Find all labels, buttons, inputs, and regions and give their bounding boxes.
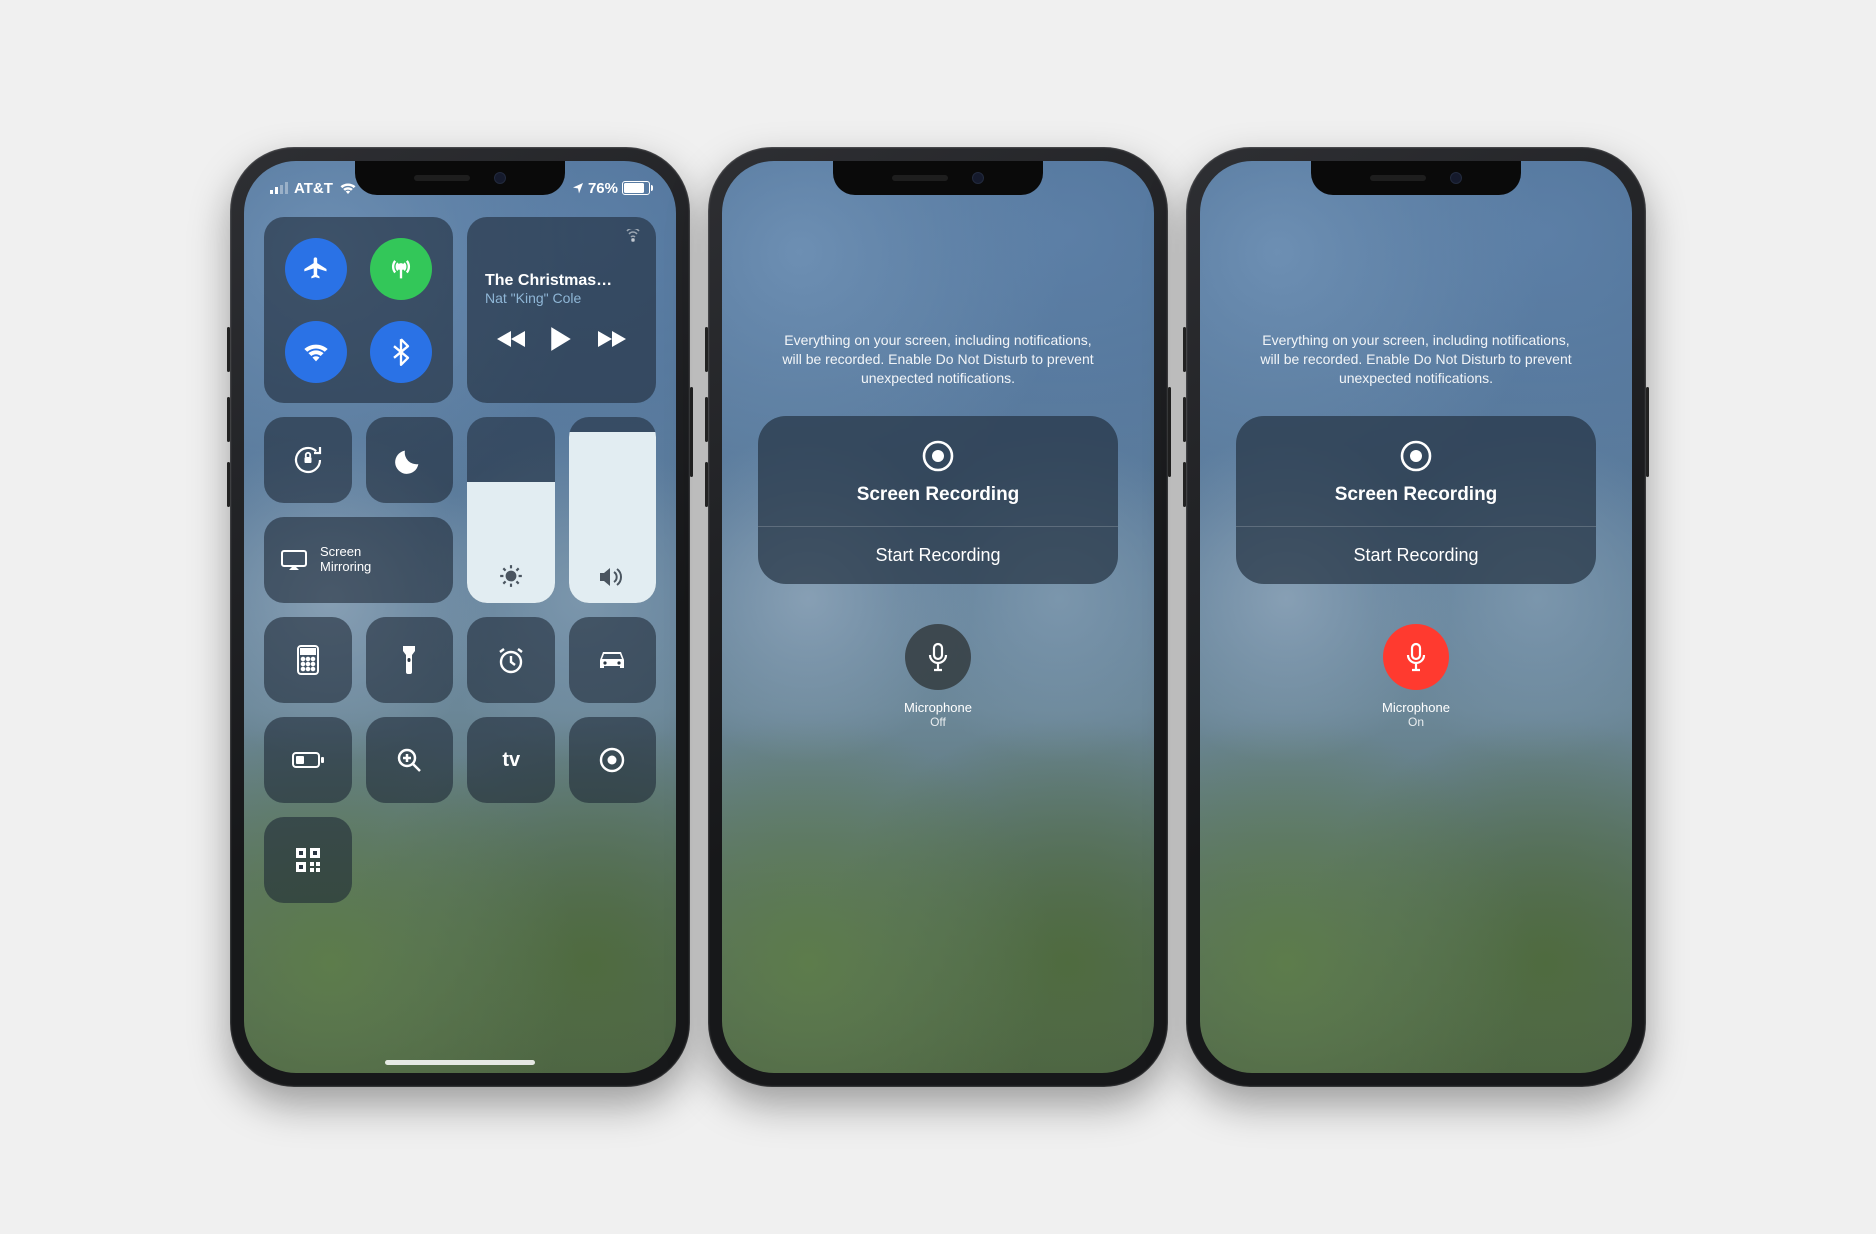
recording-disclaimer: Everything on your screen, including not… bbox=[778, 331, 1098, 388]
flashlight-tile[interactable] bbox=[366, 617, 454, 703]
volume-slider[interactable] bbox=[569, 417, 657, 603]
calculator-icon bbox=[296, 645, 320, 675]
screen: AT&T 76% bbox=[244, 161, 676, 1073]
apple-tv-tile[interactable]: tv bbox=[467, 717, 555, 803]
driving-mode-tile[interactable] bbox=[569, 617, 657, 703]
airplane-mode-toggle[interactable] bbox=[285, 238, 347, 300]
low-power-tile[interactable] bbox=[264, 717, 352, 803]
home-indicator[interactable] bbox=[385, 1060, 535, 1065]
airplane-icon bbox=[302, 255, 330, 283]
microphone-label: Microphone bbox=[1382, 700, 1450, 715]
microphone-icon bbox=[927, 642, 949, 672]
brightness-icon bbox=[498, 563, 524, 589]
flashlight-icon bbox=[401, 644, 417, 676]
microphone-state-on: On bbox=[1408, 715, 1424, 729]
microphone-label: Microphone bbox=[904, 700, 972, 715]
antenna-icon bbox=[387, 255, 415, 283]
alarm-tile[interactable] bbox=[467, 617, 555, 703]
record-icon bbox=[1398, 438, 1434, 474]
microphone-toggle[interactable] bbox=[1383, 624, 1449, 690]
microphone-toggle[interactable] bbox=[905, 624, 971, 690]
location-icon bbox=[572, 182, 584, 194]
airplay-icon bbox=[624, 229, 642, 245]
magnifier-tile[interactable] bbox=[366, 717, 454, 803]
start-recording-button[interactable]: Start Recording bbox=[1236, 526, 1596, 584]
alarm-icon bbox=[496, 645, 526, 675]
connectivity-tile[interactable] bbox=[264, 217, 453, 403]
screen: Everything on your screen, including not… bbox=[1200, 161, 1632, 1073]
microphone-state-off: Off bbox=[930, 715, 946, 729]
do-not-disturb-tile[interactable] bbox=[366, 417, 454, 503]
mirror-label-1: Screen bbox=[320, 545, 371, 560]
calculator-tile[interactable] bbox=[264, 617, 352, 703]
volume-icon bbox=[598, 565, 626, 589]
media-artist: Nat "King" Cole bbox=[485, 290, 638, 306]
wifi-icon bbox=[302, 341, 330, 363]
rotation-lock-icon bbox=[291, 443, 325, 477]
mirror-label-2: Mirroring bbox=[320, 560, 371, 575]
bluetooth-toggle[interactable] bbox=[370, 321, 432, 383]
cellular-data-toggle[interactable] bbox=[370, 238, 432, 300]
rotation-lock-tile[interactable] bbox=[264, 417, 352, 503]
notch bbox=[833, 161, 1043, 195]
recording-card: Screen Recording Start Recording bbox=[758, 416, 1118, 584]
battery-icon bbox=[622, 181, 650, 195]
car-icon bbox=[595, 648, 629, 672]
screen: Everything on your screen, including not… bbox=[722, 161, 1154, 1073]
notch bbox=[355, 161, 565, 195]
qr-scanner-tile[interactable] bbox=[264, 817, 352, 903]
wifi-toggle[interactable] bbox=[285, 321, 347, 383]
screen-mirroring-icon bbox=[280, 549, 308, 571]
phone-recording-mic-on: Everything on your screen, including not… bbox=[1186, 147, 1646, 1087]
apple-tv-icon: tv bbox=[501, 749, 520, 772]
wifi-icon bbox=[339, 182, 357, 195]
screen-recording-tile[interactable] bbox=[569, 717, 657, 803]
control-center-grid: The Christmas… Nat "King" Cole bbox=[264, 217, 656, 903]
low-power-icon bbox=[291, 751, 325, 769]
phone-recording-mic-off: Everything on your screen, including not… bbox=[708, 147, 1168, 1087]
start-recording-button[interactable]: Start Recording bbox=[758, 526, 1118, 584]
notch bbox=[1311, 161, 1521, 195]
record-icon bbox=[920, 438, 956, 474]
qr-icon bbox=[294, 846, 322, 874]
recording-disclaimer: Everything on your screen, including not… bbox=[1256, 331, 1576, 388]
magnifier-icon bbox=[395, 746, 423, 774]
bluetooth-icon bbox=[392, 338, 410, 366]
battery-percent: 76% bbox=[588, 180, 618, 197]
moon-icon bbox=[395, 446, 423, 474]
brightness-slider[interactable] bbox=[467, 417, 555, 603]
recording-card: Screen Recording Start Recording bbox=[1236, 416, 1596, 584]
recording-title: Screen Recording bbox=[1236, 484, 1596, 506]
forward-icon[interactable] bbox=[596, 329, 626, 349]
media-title: The Christmas… bbox=[485, 272, 638, 290]
screen-mirroring-tile[interactable]: ScreenMirroring bbox=[264, 517, 453, 603]
signal-icon bbox=[270, 182, 288, 194]
microphone-icon bbox=[1405, 642, 1427, 672]
play-icon[interactable] bbox=[550, 326, 572, 352]
record-icon bbox=[598, 746, 626, 774]
carrier-label: AT&T bbox=[294, 180, 333, 197]
phone-control-center: AT&T 76% bbox=[230, 147, 690, 1087]
recording-title: Screen Recording bbox=[758, 484, 1118, 506]
rewind-icon[interactable] bbox=[497, 329, 527, 349]
now-playing-tile[interactable]: The Christmas… Nat "King" Cole bbox=[467, 217, 656, 403]
